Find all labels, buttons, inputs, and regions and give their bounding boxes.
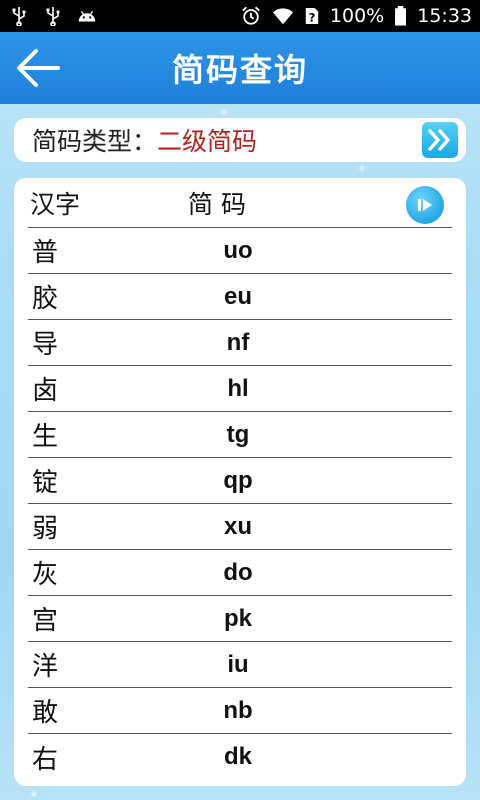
table-row[interactable]: 右 dk	[28, 734, 452, 780]
next-type-button[interactable]	[422, 122, 458, 158]
cell-character: 宫	[32, 606, 59, 636]
cell-code: hl	[227, 374, 249, 402]
cell-code: pk	[223, 604, 252, 632]
double-chevron-right-icon	[428, 129, 450, 151]
arrow-left-icon	[17, 49, 60, 87]
cell-code: do	[223, 558, 253, 586]
sim-unknown-icon: ?	[305, 8, 319, 24]
alarm-icon	[242, 6, 260, 25]
cell-character: 锭	[32, 468, 59, 498]
status-left-icons	[8, 6, 98, 26]
battery-percent: 100%	[329, 5, 385, 27]
cell-code: eu	[223, 282, 252, 310]
battery-icon	[395, 6, 407, 26]
table-header: 汉字 简码	[28, 178, 452, 228]
table-row[interactable]: 宫 pk	[28, 596, 452, 642]
cell-code: dk	[223, 743, 252, 770]
table-row[interactable]: 洋 iu	[28, 642, 452, 688]
table-row[interactable]: 胶 eu	[28, 274, 452, 320]
sparkle-decoration	[358, 164, 366, 172]
table-row[interactable]: 生 tg	[28, 412, 452, 458]
cell-character: 普	[32, 238, 59, 268]
usb-icon	[46, 7, 60, 26]
cell-code: xu	[223, 512, 252, 540]
cell-character: 卤	[32, 376, 59, 406]
android-icon	[78, 11, 96, 22]
usb-icon	[12, 7, 26, 26]
table-row[interactable]: 敢 nb	[28, 688, 452, 734]
table-body: 普 uo 胶 eu 导 nf 卤 hl 生 tg 锭 qp 弱 xu 灰 do 宫 pk 洋 iu 敢 nb 右 dk	[28, 228, 452, 780]
table-row[interactable]: 灰 do	[28, 550, 452, 596]
cell-character: 弱	[32, 514, 59, 544]
table-row[interactable]: 导 nf	[28, 320, 452, 366]
cell-character: 右	[32, 744, 59, 775]
play-button[interactable]	[406, 186, 444, 224]
cell-code: uo	[223, 236, 253, 264]
clock: 15:33	[417, 5, 472, 27]
back-button[interactable]	[14, 44, 62, 92]
table-row[interactable]: 卤 hl	[28, 366, 452, 412]
code-table: 汉字 简码 普 uo 胶 eu 导 nf 卤 hl 生 tg 锭 qp 弱 xu 灰 do 宫 pk 洋 iu 敢 nb 右…	[14, 178, 466, 786]
cell-character: 敢	[32, 698, 59, 728]
table-row[interactable]: 弱 xu	[28, 504, 452, 550]
cell-character: 生	[32, 422, 59, 452]
cell-code: iu	[227, 650, 249, 678]
table-row[interactable]: 锭 qp	[28, 458, 452, 504]
page-title: 简码查询	[171, 51, 308, 89]
cell-code: nb	[223, 696, 253, 724]
sparkle-decoration	[220, 108, 228, 116]
column-header-code: 简码	[188, 189, 255, 219]
cell-character: 胶	[32, 284, 59, 314]
wifi-icon	[272, 8, 293, 25]
cell-code: nf	[226, 328, 250, 356]
status-bar: ? 100% 15:33	[0, 0, 480, 32]
sparkle-decoration	[30, 790, 38, 798]
code-type-label: 简码类型：	[32, 127, 158, 156]
status-right: ? 100% 15:33	[240, 5, 472, 27]
cell-character: 洋	[32, 652, 59, 682]
column-header-char: 汉字	[30, 189, 81, 219]
code-type-selector: 简码类型： 二级简码	[14, 118, 466, 162]
play-icon	[418, 199, 432, 211]
svg-text:?: ?	[309, 10, 316, 24]
cell-code: qp	[223, 466, 253, 494]
app-header: 简码查询	[0, 32, 480, 104]
code-type-value: 二级简码	[157, 127, 258, 156]
cell-character: 导	[32, 330, 59, 360]
cell-code: tg	[226, 420, 250, 448]
cell-character: 灰	[32, 560, 59, 590]
table-row[interactable]: 普 uo	[28, 228, 452, 274]
